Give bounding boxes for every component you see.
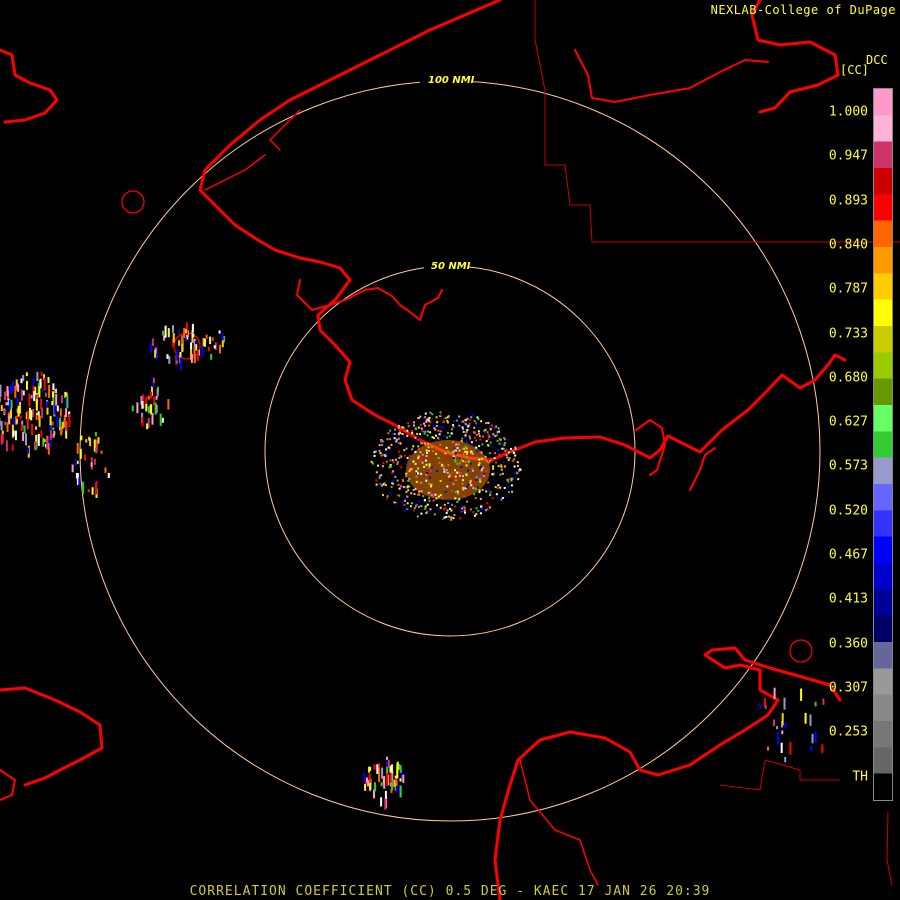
- colorbar-tick-label: 0.307: [828, 680, 868, 696]
- echo-central: [370, 411, 522, 521]
- colorbar: [873, 88, 893, 801]
- ring-label-100nmi: 100 NMI: [428, 75, 475, 86]
- credit-label: NEXLAB-College of DuPage: [710, 3, 896, 17]
- product-label: DCC: [866, 53, 888, 67]
- colorbar-tick-label: 0.360: [828, 636, 868, 652]
- boundary-lines: [534, 0, 900, 886]
- colorbar-tick-label: 0.573: [828, 458, 868, 474]
- ring-label-50nmi: 50 NMI: [431, 261, 471, 272]
- colorbar-tick-label: 0.840: [828, 237, 868, 253]
- colorbar-tick-label: 0.627: [828, 414, 868, 430]
- product-title: CORRELATION COEFFICIENT (CC) 0.5 DEG - K…: [189, 884, 711, 899]
- echo-southeast: [759, 687, 825, 763]
- echo-southwest: [363, 756, 405, 810]
- colorbar-tick-label: 0.947: [828, 148, 868, 164]
- radar-map: 100 NMI 50 NMI: [0, 0, 900, 900]
- colorbar-tick-label: 0.680: [828, 370, 868, 386]
- colorbar-tick-label: 0.520: [828, 503, 868, 519]
- colorbar-tick-label: 0.787: [828, 281, 868, 297]
- colorbar-tick-label: 0.733: [828, 326, 868, 341]
- colorbar-tick-label: TH: [852, 769, 868, 784]
- colorbar-tick-label: 0.253: [828, 724, 868, 740]
- colorbar-tick-label: 1.000: [828, 104, 868, 120]
- echo-west: [0, 322, 225, 498]
- unit-label: [CC]: [840, 63, 869, 77]
- colorbar-tick-label: 0.467: [828, 547, 868, 563]
- colorbar-tick-label: 0.893: [828, 193, 868, 209]
- colorbar-tick-label: 0.413: [828, 591, 868, 607]
